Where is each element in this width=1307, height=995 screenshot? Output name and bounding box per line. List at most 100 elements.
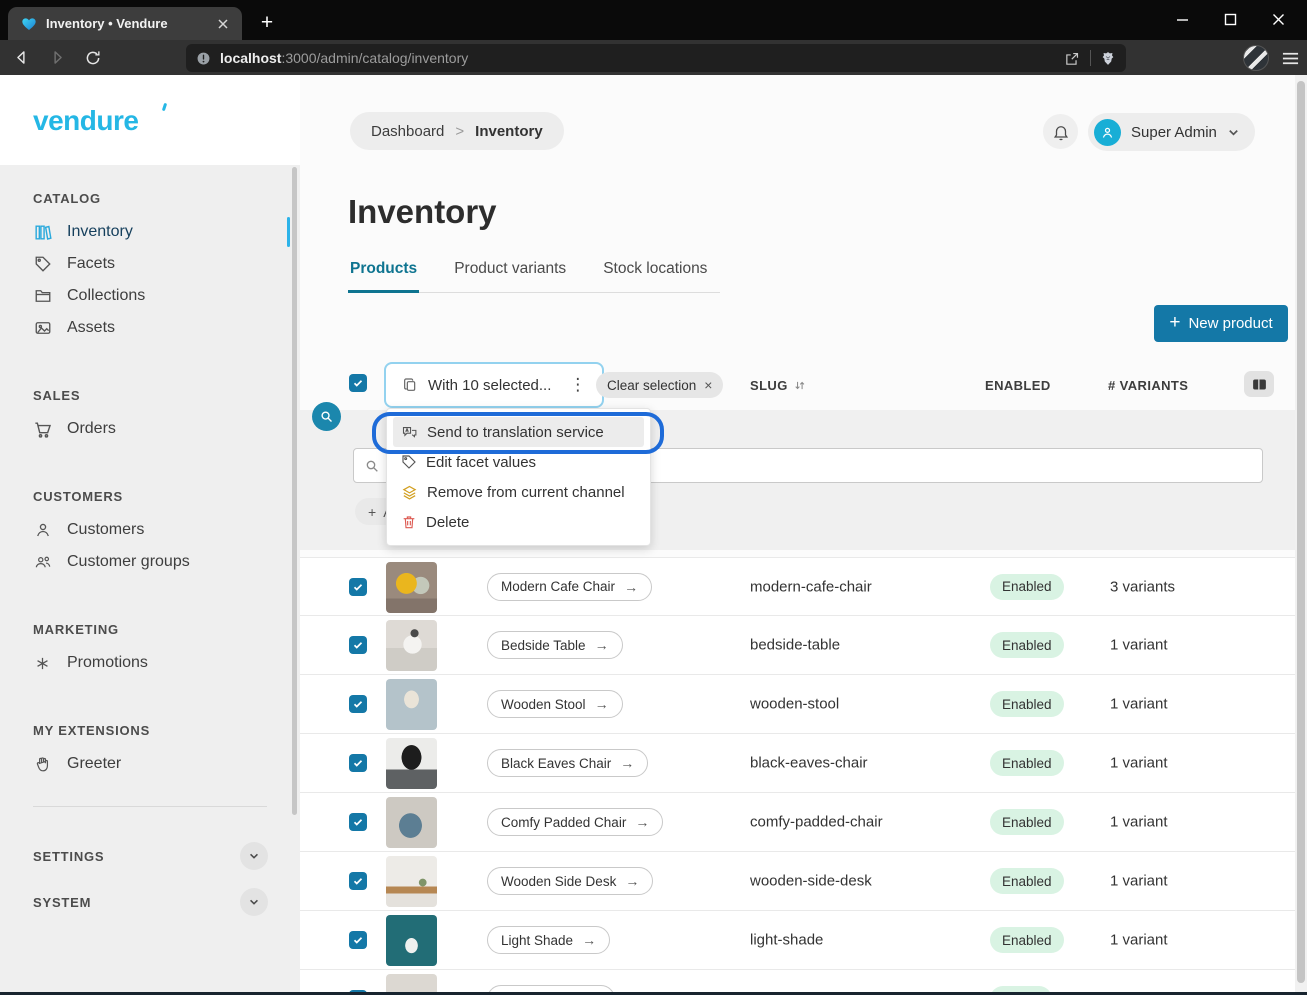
close-window-icon[interactable] [1267, 8, 1289, 30]
row-checkbox[interactable] [349, 931, 367, 949]
page-title: Inventory [348, 193, 497, 231]
sidebar-item-promotions[interactable]: Promotions [0, 647, 300, 679]
row-checkbox[interactable] [349, 636, 367, 654]
menu-item-edit-facet-values[interactable]: Edit facet values [393, 447, 644, 477]
sidebar-section-system[interactable]: SYSTEM [0, 879, 300, 925]
trash-icon [401, 514, 417, 530]
clear-selection-chip[interactable]: Clear selection × [596, 372, 723, 398]
sidebar: vendure CATALOG Inventory Facets Collect… [0, 75, 300, 995]
new-product-button[interactable]: + New product [1154, 305, 1288, 342]
row-checkbox[interactable] [349, 695, 367, 713]
variant-count: 1 variant [1110, 873, 1168, 890]
search-toggle-button[interactable] [312, 402, 341, 431]
page-scrollbar[interactable] [1295, 75, 1307, 995]
minimize-icon[interactable] [1171, 8, 1193, 30]
tab-products[interactable]: Products [348, 260, 419, 293]
share-icon[interactable] [1064, 50, 1081, 67]
window-controls [1171, 4, 1297, 34]
column-header-slug[interactable]: SLUG [750, 378, 806, 393]
arrow-right-icon: → [595, 696, 609, 712]
row-checkbox[interactable] [349, 578, 367, 596]
variant-count: 1 variant [1110, 932, 1168, 949]
product-slug: bedside-table [750, 637, 840, 654]
chevron-down-icon[interactable] [240, 842, 268, 870]
column-settings-button[interactable] [1244, 371, 1274, 397]
section-header-catalog: CATALOG [0, 191, 300, 206]
menu-icon[interactable] [1282, 51, 1299, 66]
user-menu[interactable]: Super Admin [1088, 113, 1255, 151]
tab-product-variants[interactable]: Product variants [452, 260, 568, 292]
reload-icon[interactable] [78, 44, 108, 72]
product-name-chip[interactable]: Wooden Side Desk → [487, 867, 653, 895]
sidebar-item-facets[interactable]: Facets [0, 248, 300, 280]
breadcrumb[interactable]: Dashboard > Inventory [350, 112, 564, 150]
product-name-chip[interactable]: Wooden Stool → [487, 690, 623, 718]
product-name-chip[interactable]: Modern Cafe Chair→ [487, 573, 652, 601]
sidebar-section-settings[interactable]: SETTINGS [0, 833, 300, 879]
arrow-right-icon: → [625, 873, 639, 889]
breadcrumb-chevron-icon: > [455, 123, 464, 140]
product-name-chip[interactable]: Comfy Padded Chair→ [487, 808, 663, 836]
menu-item-label: Delete [426, 514, 469, 531]
sidebar-item-orders[interactable]: Orders [0, 413, 300, 445]
bulk-actions-button[interactable]: With 10 selected... ⋮ [384, 362, 604, 408]
product-thumbnail [386, 797, 437, 848]
chevron-down-icon[interactable] [240, 888, 268, 916]
sidebar-divider [33, 806, 267, 807]
sidebar-item-customers[interactable]: Customers [0, 514, 300, 546]
select-all-checkbox[interactable] [349, 374, 367, 392]
sort-icon[interactable] [793, 379, 806, 392]
sidebar-item-customer-groups[interactable]: Customer groups [0, 546, 300, 578]
tab-close-icon[interactable] [214, 15, 232, 33]
plus-icon: + [1169, 313, 1180, 332]
new-tab-button[interactable]: + [254, 10, 280, 36]
notifications-button[interactable] [1043, 114, 1078, 149]
product-name-chip[interactable]: Light Shade→ [487, 926, 610, 954]
page-scrollbar-thumb[interactable] [1297, 81, 1305, 983]
sidebar-item-collections[interactable]: Collections [0, 280, 300, 312]
table-row: Modern Cafe Chair→ modern-cafe-chair Ena… [300, 557, 1295, 616]
hand-icon [33, 755, 52, 773]
browser-tab[interactable]: Inventory • Vendure [8, 7, 242, 40]
vendure-logo: vendure [33, 105, 138, 137]
product-name: Wooden Side Desk [501, 874, 616, 889]
menu-item-send-to-translation[interactable]: Send to translation service [393, 417, 644, 447]
back-icon[interactable] [6, 44, 36, 72]
arrow-right-icon: → [620, 755, 634, 771]
site-info-icon[interactable] [196, 51, 211, 66]
product-name: Wooden Stool [501, 697, 586, 712]
kebab-icon[interactable]: ⋮ [565, 375, 590, 395]
sidebar-nav: CATALOG Inventory Facets Collections Ass… [0, 165, 300, 995]
status-badge: Enabled [990, 632, 1064, 658]
arrow-right-icon: → [582, 932, 596, 948]
menu-item-delete[interactable]: Delete [393, 507, 644, 537]
row-checkbox[interactable] [349, 754, 367, 772]
table-row: Comfy Padded Chair→ comfy-padded-chair E… [300, 793, 1295, 852]
column-header-variants: # VARIANTS [1108, 378, 1188, 393]
brave-shield-icon[interactable] [1100, 50, 1116, 67]
sidebar-item-greeter[interactable]: Greeter [0, 748, 300, 780]
status-badge: Enabled [990, 691, 1064, 717]
product-name-chip[interactable]: Black Eaves Chair→ [487, 749, 648, 777]
maximize-icon[interactable] [1219, 8, 1241, 30]
forward-icon[interactable] [42, 44, 72, 72]
row-checkbox[interactable] [349, 872, 367, 890]
close-icon[interactable]: × [704, 377, 712, 393]
breadcrumb-dashboard[interactable]: Dashboard [371, 123, 444, 140]
sidebar-scrollbar[interactable] [292, 167, 297, 815]
product-thumbnail [386, 562, 437, 613]
sidebar-item-inventory[interactable]: Inventory [0, 216, 300, 248]
sidebar-item-label: Orders [67, 420, 116, 438]
user-name: Super Admin [1131, 124, 1217, 141]
product-name-chip[interactable]: Bedside Table→ [487, 631, 623, 659]
tab-stock-locations[interactable]: Stock locations [601, 260, 709, 292]
status-badge: Enabled [990, 574, 1064, 600]
variant-count: 1 variant [1110, 696, 1168, 713]
menu-item-remove-from-channel[interactable]: Remove from current channel [393, 477, 644, 507]
row-checkbox[interactable] [349, 813, 367, 831]
url-bar[interactable]: localhost:3000/admin/catalog/inventory [186, 44, 1126, 72]
sidebar-item-assets[interactable]: Assets [0, 312, 300, 344]
table-row: Wooden Stool→ wooden-stool Enabled 1 var… [300, 675, 1295, 734]
browser-profile-avatar[interactable] [1243, 45, 1269, 71]
status-badge: Enabled [990, 750, 1064, 776]
